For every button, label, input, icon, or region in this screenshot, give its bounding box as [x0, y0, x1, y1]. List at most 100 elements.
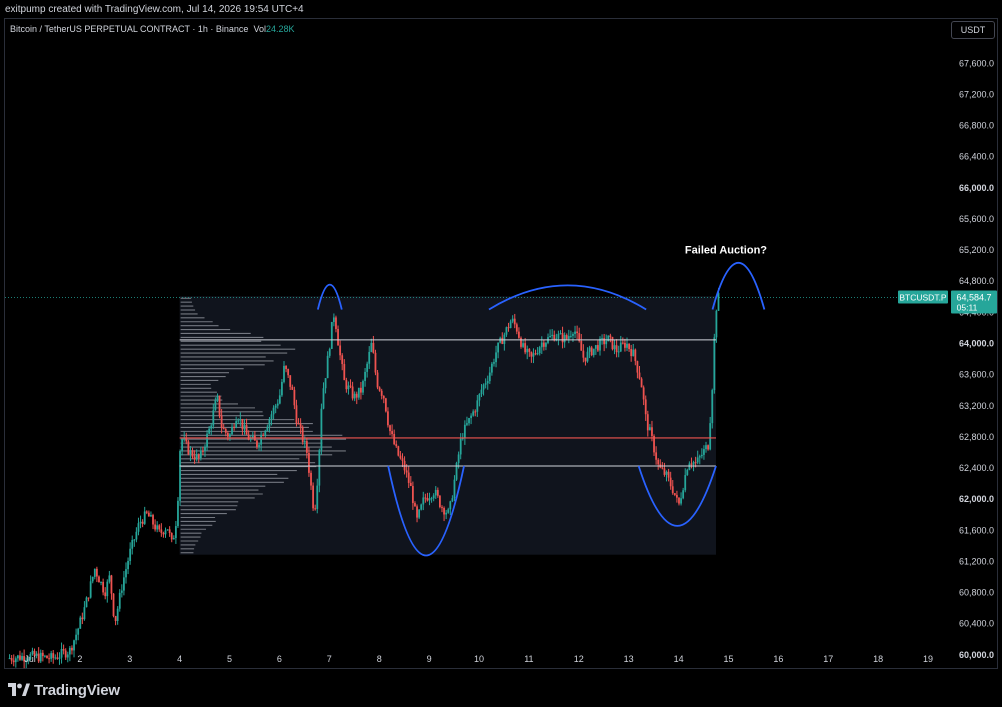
candle-body [495, 352, 497, 363]
candle-body [81, 617, 84, 620]
candle-body [538, 347, 541, 354]
y-axis-tick-label: 66,800.0 [959, 121, 994, 131]
candle-body [507, 327, 510, 329]
candle-body [141, 521, 144, 524]
candle-body [567, 336, 570, 339]
candle-body [199, 450, 202, 459]
candle-body [526, 348, 529, 353]
candle-body [147, 512, 150, 517]
candle-body [220, 415, 223, 428]
candle-body [224, 429, 227, 433]
candle-body [474, 411, 477, 413]
candle-body [707, 445, 709, 450]
candle-body [682, 490, 685, 499]
failed-auction-label: Failed Auction? [685, 244, 767, 256]
candle-body [87, 597, 90, 599]
candle-body [187, 441, 190, 455]
candle-body [127, 560, 129, 570]
x-axis-tick-label: 8 [377, 654, 382, 664]
candle-body [268, 419, 271, 427]
countdown-label: 05:11 [957, 302, 978, 312]
candle-body [283, 365, 285, 382]
candle-body [690, 463, 693, 465]
candle-body [235, 421, 238, 428]
candle-body [60, 649, 63, 658]
candle-body [326, 355, 329, 379]
candle-body [580, 340, 583, 351]
candle-body [58, 657, 61, 659]
candle-body [617, 351, 620, 353]
candle-body [191, 450, 194, 457]
candle-body [189, 450, 192, 455]
candle-body [557, 334, 560, 339]
candle-body [172, 537, 175, 540]
x-axis-tick-label: 15 [723, 654, 733, 664]
candle-body [490, 363, 493, 373]
candle-body [355, 393, 358, 398]
candle-body [451, 498, 454, 502]
candle-body [513, 318, 516, 325]
candle-body [256, 440, 258, 447]
candle-body [174, 526, 177, 538]
candle-body [387, 411, 389, 426]
candle-body [345, 380, 348, 390]
candle-body [439, 495, 441, 508]
candle-body [676, 494, 678, 498]
candle-body [222, 427, 225, 430]
candle-body [574, 331, 576, 334]
x-axis-tick-label: 11 [524, 654, 533, 664]
candle-body [426, 497, 429, 501]
candle-body [644, 399, 647, 415]
candle-body [79, 617, 82, 629]
candle-body [651, 427, 653, 436]
candle-body [297, 423, 300, 425]
y-axis-tick-label: 62,000.0 [959, 494, 994, 504]
candle-body [480, 389, 483, 395]
candle-body [264, 430, 267, 436]
candle-body [488, 372, 491, 382]
tradingview-logo-icon [8, 683, 30, 696]
candle-body [291, 386, 294, 390]
candle-body [295, 405, 298, 424]
candle-body [193, 456, 196, 460]
candle-body [603, 338, 606, 345]
x-axis-tick-label: 3 [127, 654, 132, 664]
candle-body [624, 342, 626, 348]
candle-body [698, 456, 701, 458]
candle-body [318, 450, 321, 486]
candle-body [665, 471, 668, 475]
candle-body [418, 509, 421, 518]
candle-body [459, 438, 462, 455]
candle-body [139, 521, 142, 524]
candle-body [615, 345, 618, 353]
candle-body [185, 438, 188, 442]
candle-body [281, 381, 283, 396]
x-axis-tick-label: 17 [823, 654, 833, 664]
candle-body [669, 477, 672, 487]
candle-body [241, 418, 244, 430]
candle-body [95, 568, 98, 577]
candle-body [75, 634, 77, 641]
candlestick-chart[interactable]: Failed Auction? 67,600.0 67,200.0 66,800.0 6… [0, 0, 1002, 707]
candle-body [258, 444, 260, 447]
candle-body [339, 345, 342, 356]
candle-body [328, 348, 331, 356]
candle-body [700, 454, 703, 457]
candle-body [536, 353, 539, 355]
candle-body [713, 337, 716, 391]
candle-body [611, 336, 614, 350]
candle-body [243, 425, 246, 430]
y-axis-tick-label: 65,200.0 [959, 245, 994, 255]
tradingview-brand[interactable]: TradingView [8, 681, 120, 699]
candle-body [576, 331, 579, 334]
candle-body [123, 577, 125, 591]
candle-body [52, 653, 55, 658]
candle-body [231, 426, 233, 435]
candle-body [368, 351, 371, 364]
candle-body [343, 364, 346, 381]
candle-body [594, 345, 597, 349]
candle-body [143, 511, 146, 524]
candle-body [118, 592, 121, 609]
candle-body [137, 523, 140, 532]
candle-body [378, 387, 381, 391]
